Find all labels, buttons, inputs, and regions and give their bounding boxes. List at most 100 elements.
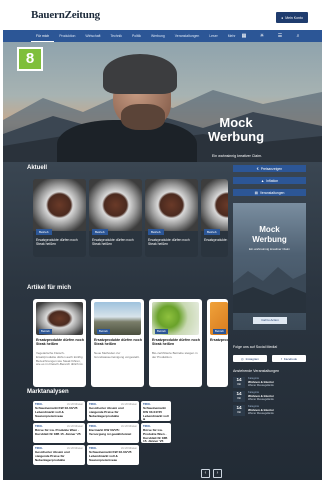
nav-item-wirtschaft[interactable]: Wirtschaft bbox=[80, 30, 105, 42]
hero-banner[interactable]: Mock Werbung Ein wahnsinnig kreativer Cl… bbox=[3, 42, 322, 162]
steak-image bbox=[145, 179, 198, 231]
article-card[interactable]: Betrieb Ersatzprodukte dürfen noch Steak… bbox=[33, 299, 86, 387]
ad-subtitle: Ein wahnsinnig kreativer Claim bbox=[248, 247, 291, 251]
person-beanie bbox=[103, 54, 177, 94]
card-caption: Ersatzprodukte dürfen noch Steak heißen bbox=[148, 238, 190, 247]
facebook-button[interactable]: f Facebook bbox=[272, 355, 306, 362]
annotation-number-badge: 8 bbox=[17, 47, 43, 71]
facebook-label: Facebook bbox=[283, 356, 298, 361]
hero-ad-title-line2: Werbung bbox=[207, 129, 265, 144]
card-tag: Betrieb bbox=[204, 229, 220, 235]
instagram-button[interactable]: ◎ Instagram bbox=[233, 355, 267, 362]
nav-item-technik[interactable]: Technik bbox=[105, 30, 127, 42]
market-card[interactable]: TIROL Vor 20 Minuten Gesicherter Absatz … bbox=[33, 445, 85, 465]
sidebar-button-label: Inflation bbox=[266, 178, 279, 183]
card-tag: Betrieb bbox=[97, 329, 110, 334]
market-text: Börse für Lw. Produkte Wien - Kursblatt … bbox=[143, 428, 168, 443]
market-card[interactable]: TIROL Schweinemarkt KW 03-04/'25 Lebendm… bbox=[141, 401, 171, 421]
top-bar: BauernZeitung ● Mein Konto bbox=[3, 3, 322, 30]
steak-image bbox=[201, 179, 228, 231]
article-card[interactable]: Betrieb Ersatzprodukte dürfen noch Steak… bbox=[207, 299, 228, 387]
market-card[interactable]: TIROL Vor 20 Minuten Schweinemarkt KW 03… bbox=[87, 445, 139, 465]
facebook-icon: f bbox=[280, 356, 282, 361]
ad-title-line1: Mock bbox=[259, 225, 280, 234]
account-icon[interactable]: ☰ bbox=[277, 33, 283, 39]
market-text: Schweinemarkt KW 03-04/'25 Lebendmarkt v… bbox=[143, 406, 169, 421]
ad-title-line2: Werbung bbox=[252, 235, 287, 244]
market-card[interactable]: TIROL Börse für Lw. Produkte Wien - Kurs… bbox=[141, 423, 171, 443]
card-tag: Betrieb bbox=[213, 329, 226, 334]
sidebar-ad[interactable]: Mock Werbung Ein wahnsinnig kreativer Cl… bbox=[233, 203, 306, 330]
grid-icon[interactable]: ▦ bbox=[241, 33, 247, 39]
market-text: Schweinemarkt KW 03-04/'25 Lebendmarkt v… bbox=[35, 406, 78, 418]
card-tag: Betrieb bbox=[36, 229, 52, 235]
market-text: Börse für Lw. Produkte Wien - Kursblatt … bbox=[35, 428, 81, 436]
market-card[interactable]: TIROL Vor 20 Minuten Schweinemarkt KW 03… bbox=[33, 401, 85, 421]
market-card[interactable]: TIROL Vor 20 Minuten Eiermarkt KW 03/'25… bbox=[87, 423, 139, 443]
card-caption: Ersatzprodukte dürfen noch Steak heißen bbox=[36, 238, 78, 247]
aktuell-card[interactable]: Betrieb Ersatzprodukte dürfen noch Steak… bbox=[89, 179, 142, 257]
pager-prev-button[interactable]: ‹ bbox=[201, 469, 210, 478]
sidebar-button-inflation[interactable]: ▲ Inflation bbox=[233, 177, 306, 184]
event-item[interactable]: 14 Okt Kategorie Wohnen & Interior Wiene… bbox=[233, 405, 306, 416]
chart-icon: ▲ bbox=[260, 178, 265, 183]
event-item[interactable]: 14 Okt Kategorie Wohnen & Interior Wiene… bbox=[233, 377, 306, 388]
sidebar-button-label: Veranstaltungen bbox=[259, 190, 285, 195]
login-button[interactable]: ● Mein Konto bbox=[276, 12, 308, 23]
market-card[interactable]: TIROL Vor 20 Minuten Börse für Lw. Produ… bbox=[33, 423, 85, 443]
steak-image bbox=[33, 179, 86, 231]
card-tag: Betrieb bbox=[148, 229, 164, 235]
nav-item-veranstaltungen[interactable]: Veranstaltungen bbox=[170, 30, 205, 42]
events-title: Anstehende Veranstaltungen bbox=[233, 369, 280, 373]
pager-next-button[interactable]: › bbox=[213, 469, 222, 478]
weather-icon[interactable]: ☀ bbox=[259, 33, 265, 39]
event-place: Wiener Messegelände bbox=[248, 412, 274, 415]
section-title-artikel: Artikel für mich bbox=[27, 285, 72, 291]
hero-ad-title-line1: Mock bbox=[219, 115, 253, 130]
section-title-markt: Marktanalysen bbox=[27, 389, 69, 395]
instagram-icon: ◎ bbox=[241, 356, 244, 361]
user-icon: ● bbox=[281, 15, 284, 20]
market-text: Eiermarkt KW 03/'25: Versorgung ist gewä… bbox=[89, 428, 132, 436]
card-caption: Ersatzprodukte dürfen noch Steak heißen bbox=[92, 238, 134, 247]
sidebar-button-label: Preisanzeigen bbox=[260, 166, 283, 171]
person-beard bbox=[121, 104, 165, 130]
market-card[interactable]: TIROL Vor 20 Minuten Gesicherter Absatz … bbox=[87, 401, 139, 421]
ad-cta-button[interactable]: Call to Action bbox=[253, 317, 287, 324]
ad-title: Mock Werbung bbox=[233, 225, 306, 245]
event-item[interactable]: 14 Okt Kategorie Wohnen & Interior Wiene… bbox=[233, 391, 306, 402]
card-title: Ersatzprodukte dürfen noch Steak heißen bbox=[152, 338, 200, 347]
nav-item-produktion[interactable]: Produktion bbox=[54, 30, 80, 42]
nav-item-werbung[interactable]: Werbung bbox=[146, 30, 170, 42]
aktuell-card[interactable]: Betrieb Ersatzprodukte dürfen noch Steak… bbox=[201, 179, 228, 257]
event-date: 14 Okt bbox=[233, 391, 245, 402]
card-tag: Betrieb bbox=[155, 329, 168, 334]
aktuell-card[interactable]: Betrieb Ersatzprodukte dürfen noch Steak… bbox=[33, 179, 86, 257]
aktuell-card[interactable]: Betrieb Ersatzprodukte dürfen noch Steak… bbox=[145, 179, 198, 257]
page-frame: BauernZeitung ● Mein Konto Für mich Prod… bbox=[3, 3, 322, 480]
nav-item-politik[interactable]: Politik bbox=[127, 30, 146, 42]
login-label: Mein Konto bbox=[285, 15, 303, 20]
instagram-label: Instagram bbox=[245, 356, 259, 361]
card-title: Ersatzprodukte dürfen noch Steak heißen bbox=[210, 338, 228, 342]
article-card[interactable]: Betrieb Ersatzprodukte dürfen noch Steak… bbox=[91, 299, 144, 387]
calendar-icon: ▤ bbox=[254, 190, 258, 195]
nav-item-mehr[interactable]: Mehr bbox=[223, 30, 241, 42]
market-text: Gesicherter Absatz und steigende Preise … bbox=[89, 406, 124, 418]
card-description: Vegetarische Fleisch-Ersatzprodukte dürf… bbox=[36, 351, 84, 367]
event-date: 14 Okt bbox=[233, 377, 245, 388]
sidebar-button-veranstaltungen[interactable]: ▤ Veranstaltungen bbox=[233, 189, 306, 196]
event-month: Okt bbox=[237, 411, 241, 414]
social-title: Folge uns auf Social Media! bbox=[233, 345, 278, 349]
hero-ad-title: Mock Werbung bbox=[201, 116, 271, 144]
event-place: Wiener Messegelände bbox=[248, 398, 274, 401]
nav-item-leser[interactable]: Leser bbox=[204, 30, 222, 42]
sidebar-button-preisanzeigen[interactable]: € Preisanzeigen bbox=[233, 165, 306, 172]
event-month: Okt bbox=[237, 383, 241, 386]
nav-item-fuer-mich[interactable]: Für mich bbox=[31, 30, 55, 42]
card-description: Bio-zertifizierte Betriebe steigen in de… bbox=[152, 351, 198, 359]
article-card[interactable]: Betrieb Ersatzprodukte dürfen noch Steak… bbox=[149, 299, 202, 387]
market-text: Schweinemarkt KW 03-04/'25 Lebendmarkt v… bbox=[89, 450, 132, 462]
search-icon[interactable]: ⌕ bbox=[295, 33, 301, 39]
site-logo[interactable]: BauernZeitung bbox=[31, 9, 100, 21]
